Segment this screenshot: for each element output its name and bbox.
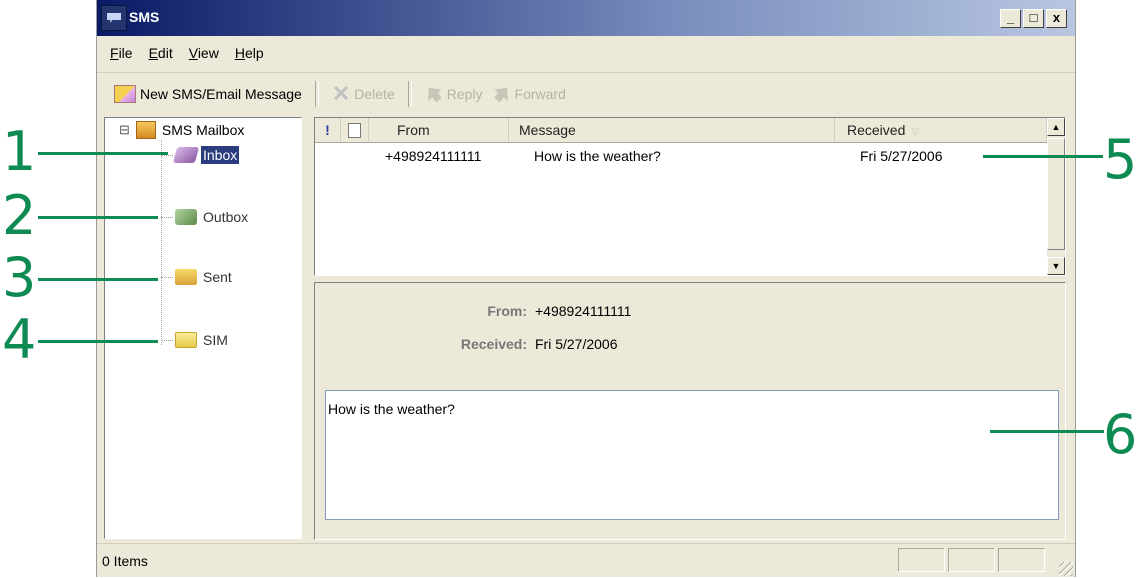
forward-icon xyxy=(489,82,513,106)
sim-card-icon xyxy=(175,332,197,348)
message-body[interactable]: How is the weather? xyxy=(325,390,1059,520)
row-received: Fri 5/27/2006 xyxy=(860,148,943,164)
toolbar-separator xyxy=(407,81,412,107)
callout-6: 6 xyxy=(1103,403,1138,466)
new-message-icon xyxy=(114,85,136,103)
document-icon xyxy=(348,123,361,138)
scroll-down-button[interactable]: ▼ xyxy=(1047,257,1065,275)
tree-item-sim[interactable]: SIM xyxy=(161,331,230,349)
close-button[interactable]: x xyxy=(1046,9,1067,28)
mailbox-icon xyxy=(135,121,156,139)
inbox-icon xyxy=(172,147,200,163)
menu-file[interactable]: File xyxy=(110,45,133,61)
delete-icon: ✕ xyxy=(331,81,351,106)
callout-line-6 xyxy=(990,430,1104,433)
preview-from-label: From: xyxy=(487,303,527,319)
preview-from-value: +498924111111 xyxy=(535,303,632,319)
tree-item-inbox[interactable]: Inbox xyxy=(161,146,240,164)
delete-label: Delete xyxy=(354,86,395,102)
row-from: +498924111111 xyxy=(385,148,482,164)
callout-line-2 xyxy=(38,216,158,219)
callout-line-1 xyxy=(38,152,168,155)
reply-icon xyxy=(422,82,446,106)
outbox-icon xyxy=(175,209,197,225)
minimize-button[interactable]: _ xyxy=(1000,9,1021,28)
callout-3: 3 xyxy=(2,246,37,309)
sms-window: SMS _ □ x File Edit View Help New SMS/Em… xyxy=(96,0,1076,577)
column-received-label: Received xyxy=(847,122,906,138)
importance-column-icon[interactable]: ! xyxy=(315,118,341,142)
status-panel xyxy=(898,548,945,572)
preview-received-value: Fri 5/27/2006 xyxy=(535,336,618,352)
row-message: How is the weather? xyxy=(534,148,661,164)
preview-received-label: Received: xyxy=(460,336,527,352)
window-title: SMS xyxy=(129,9,160,25)
tree-root-label: SMS Mailbox xyxy=(161,122,245,138)
callout-line-5 xyxy=(983,155,1103,158)
attachment-column-header[interactable] xyxy=(341,118,369,142)
tree-item-sent[interactable]: Sent xyxy=(161,268,234,286)
tree-connector xyxy=(161,276,173,278)
column-from[interactable]: From xyxy=(369,118,509,142)
status-panel xyxy=(948,548,995,572)
toolbar-separator xyxy=(314,81,319,107)
new-message-button[interactable]: New SMS/Email Message xyxy=(109,79,307,109)
callout-4: 4 xyxy=(2,308,37,371)
list-scrollbar[interactable]: ▲ ▼ xyxy=(1047,118,1065,275)
callout-1: 1 xyxy=(2,120,37,183)
tree-root-sms-mailbox[interactable]: ⊟ SMS Mailbox xyxy=(119,121,244,139)
menu-bar: File Edit View Help xyxy=(97,38,264,68)
tree-connector xyxy=(161,216,173,218)
folder-tree: ⊟ SMS Mailbox Inbox Outbox Sent SIM xyxy=(104,117,302,539)
column-message[interactable]: Message xyxy=(509,118,835,142)
tree-item-outbox-label: Outbox xyxy=(203,209,249,225)
maximize-button[interactable]: □ xyxy=(1023,9,1044,28)
status-text: 0 Items xyxy=(102,553,148,569)
reply-label: Reply xyxy=(446,86,483,102)
sent-folder-icon xyxy=(175,269,197,285)
table-row[interactable]: +498924111111 How is the weather? Fri 5/… xyxy=(315,148,1047,170)
toolbar: New SMS/Email Message ✕ Delete Reply For… xyxy=(97,72,1075,115)
tree-connector xyxy=(161,339,173,341)
preview-pane: From: +498924111111 Received: Fri 5/27/2… xyxy=(314,282,1066,540)
status-panel xyxy=(998,548,1045,572)
menu-edit[interactable]: Edit xyxy=(149,45,173,61)
delete-button[interactable]: ✕ Delete xyxy=(327,79,400,109)
menu-help[interactable]: Help xyxy=(235,45,264,61)
tree-connector xyxy=(161,140,162,345)
title-bar[interactable]: SMS _ □ x xyxy=(97,0,1075,36)
column-received[interactable]: Received ▽ xyxy=(835,118,1047,142)
resize-grip-icon[interactable] xyxy=(1059,562,1073,576)
tree-item-outbox[interactable]: Outbox xyxy=(161,208,250,226)
reply-button[interactable]: Reply xyxy=(420,79,488,109)
callout-5: 5 xyxy=(1103,128,1138,191)
tree-item-inbox-label: Inbox xyxy=(201,146,240,164)
scroll-up-button[interactable]: ▲ xyxy=(1047,118,1065,136)
window-controls: _ □ x xyxy=(1000,9,1067,28)
forward-label: Forward xyxy=(514,86,566,102)
callout-2: 2 xyxy=(2,184,37,247)
message-list: ! From Message Received ▽ +498924111111 H… xyxy=(314,117,1066,276)
new-message-label: New SMS/Email Message xyxy=(140,86,302,102)
collapse-icon[interactable]: ⊟ xyxy=(119,122,130,138)
forward-button[interactable]: Forward xyxy=(488,79,571,109)
status-panels xyxy=(898,548,1045,572)
callout-line-4 xyxy=(38,340,158,343)
callout-line-3 xyxy=(38,278,158,281)
sort-descending-icon: ▽ xyxy=(911,127,920,138)
menu-view[interactable]: View xyxy=(189,45,219,61)
sms-app-icon xyxy=(101,5,127,31)
list-header: ! From Message Received ▽ xyxy=(315,118,1047,143)
tree-item-sim-label: SIM xyxy=(203,332,228,348)
tree-item-sent-label: Sent xyxy=(203,269,232,285)
status-bar: 0 Items xyxy=(97,543,1075,578)
